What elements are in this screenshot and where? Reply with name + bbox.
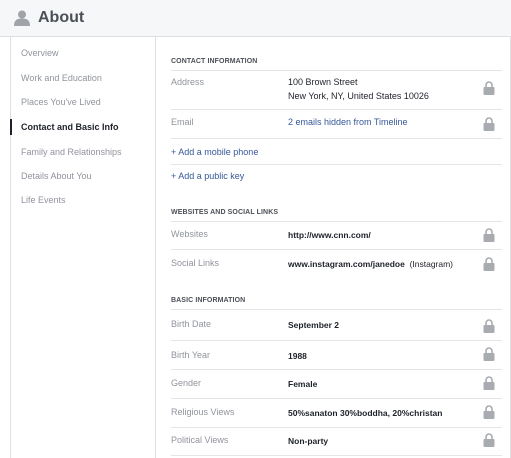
lock-icon[interactable] xyxy=(483,257,495,271)
address-label: Address xyxy=(171,77,205,87)
basic-info-section-title: BASIC INFORMATION xyxy=(171,297,246,304)
lock-icon[interactable] xyxy=(483,433,495,447)
lock-icon[interactable] xyxy=(483,117,495,131)
address-line1: 100 Brown Street xyxy=(288,77,358,87)
add-public-key-link[interactable]: + Add a public key xyxy=(171,171,244,181)
divider xyxy=(171,164,502,165)
divider xyxy=(171,138,502,139)
birth-year-label: Birth Year xyxy=(171,350,211,360)
birth-year-value: 1988 xyxy=(288,351,307,361)
divider xyxy=(171,398,502,399)
sidebar-item-work-education[interactable]: Work and Education xyxy=(11,67,155,89)
divider xyxy=(171,427,502,428)
social-link-url[interactable]: www.instagram.com/janedoe xyxy=(288,259,405,269)
political-views-label: Political Views xyxy=(171,435,229,445)
contact-section-title: CONTACT INFORMATION xyxy=(171,58,258,65)
email-hidden-link[interactable]: 2 emails hidden from Timeline xyxy=(288,116,408,129)
lock-icon[interactable] xyxy=(483,347,495,361)
about-header: About xyxy=(0,0,511,37)
religious-views-value: 50%sanaton 30%boddha, 20%christan xyxy=(288,408,443,418)
social-link[interactable]: www.instagram.com/janedoe (Instagram) xyxy=(288,258,453,271)
lock-icon[interactable] xyxy=(483,81,495,95)
divider xyxy=(171,70,502,71)
lock-icon[interactable] xyxy=(483,376,495,390)
divider xyxy=(171,309,502,310)
person-icon xyxy=(13,9,31,27)
websites-section-title: WEBSITES AND SOCIAL LINKS xyxy=(171,209,279,216)
divider xyxy=(171,340,502,341)
sidebar-item-contact-basic-info[interactable]: Contact and Basic Info xyxy=(10,116,155,138)
contact-basic-info-panel: CONTACT INFORMATION Address 100 Brown St… xyxy=(157,37,510,458)
website-link[interactable]: http://www.cnn.com/ xyxy=(288,229,371,242)
birth-date-value: September 2 xyxy=(288,320,340,330)
gender-value: Female xyxy=(288,379,318,389)
divider xyxy=(171,369,502,370)
divider xyxy=(171,455,502,456)
social-link-network: (Instagram) xyxy=(409,259,454,269)
birth-date-label: Birth Date xyxy=(171,319,212,329)
divider xyxy=(171,109,502,110)
divider xyxy=(171,221,502,222)
sidebar-item-life-events[interactable]: Life Events xyxy=(11,189,155,211)
gender-label: Gender xyxy=(171,378,202,388)
social-links-label: Social Links xyxy=(171,258,220,268)
sidebar-item-places-lived[interactable]: Places You've Lived xyxy=(11,91,155,113)
add-mobile-phone-link[interactable]: + Add a mobile phone xyxy=(171,147,258,157)
divider xyxy=(171,249,502,250)
sidebar-item-family-relationships[interactable]: Family and Relationships xyxy=(11,141,155,163)
lock-icon[interactable] xyxy=(483,319,495,333)
religious-views-label: Religious Views xyxy=(171,407,235,417)
page-title: About xyxy=(38,9,85,26)
email-label: Email xyxy=(171,117,194,127)
lock-icon[interactable] xyxy=(483,228,495,242)
sidebar-item-overview[interactable]: Overview xyxy=(11,42,155,64)
sidebar-item-details-about-you[interactable]: Details About You xyxy=(11,165,155,187)
about-sidebar: Overview Work and Education Places You'v… xyxy=(10,37,156,458)
address-line2: New York, NY, United States 10026 xyxy=(288,91,429,101)
websites-label: Websites xyxy=(171,229,208,239)
lock-icon[interactable] xyxy=(483,405,495,419)
political-views-value: Non-party xyxy=(288,436,329,446)
